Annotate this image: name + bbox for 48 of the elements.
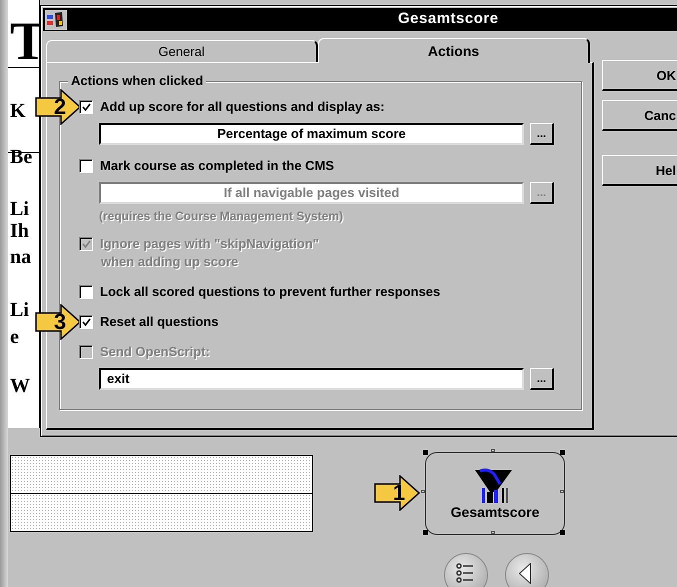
page-text: na: [10, 246, 32, 268]
dialog-button[interactable]: OK: [602, 60, 677, 91]
callout-arrow: 1: [374, 475, 420, 511]
page-text: e: [10, 326, 20, 348]
text-field[interactable]: exit: [99, 368, 524, 390]
page-text: W: [10, 375, 31, 397]
checkbox-label: Mark course as completed in the CMS: [100, 157, 334, 175]
resize-handle[interactable]: [423, 450, 428, 455]
checkbox-label: Add up score for all questions and display as:: [100, 98, 385, 116]
callout-arrow: 3: [35, 304, 81, 340]
hint-text: (requires the Course Management System): [98, 209, 344, 223]
checkbox[interactable]: [79, 315, 93, 329]
back-button[interactable]: [505, 553, 549, 587]
checkbox[interactable]: [79, 159, 93, 173]
window-title: Gesamtscore: [398, 10, 499, 27]
resize-handle[interactable]: [421, 490, 425, 493]
resize-handle[interactable]: [491, 531, 495, 534]
callout-arrow: 2: [35, 89, 81, 125]
dialog-button[interactable]: Canc: [602, 100, 677, 131]
dialog-button[interactable]: Hel: [602, 155, 677, 186]
checkbox-label: Ignore pages with "skipNavigation": [100, 235, 319, 253]
group-label: Actions when clicked: [68, 73, 206, 88]
chart-icon: [474, 468, 514, 504]
page-text: Li: [10, 299, 30, 321]
resize-handle[interactable]: [423, 530, 428, 535]
checkbox-label: Reset all questions: [100, 313, 218, 331]
page-text: K: [10, 100, 27, 122]
text-field[interactable]: Percentage of maximum score: [99, 123, 524, 145]
checkbox[interactable]: [79, 285, 93, 299]
resize-handle[interactable]: [560, 530, 565, 535]
score-button[interactable]: Gesamtscore: [425, 452, 565, 535]
checkbox-label: Lock all scored questions to prevent further responses: [100, 283, 440, 301]
checkbox[interactable]: [79, 100, 93, 114]
tab[interactable]: General: [46, 40, 318, 62]
back-icon: [519, 563, 531, 584]
page-text: Be: [10, 146, 34, 168]
resize-handle[interactable]: [491, 449, 495, 452]
button-label: Gesamtscore: [450, 504, 540, 520]
list-button[interactable]: [444, 553, 488, 587]
page-text: Ih: [10, 220, 30, 242]
checkbox-label: Send OpenScript:: [100, 343, 210, 361]
tab[interactable]: Actions: [318, 38, 590, 63]
page-text: Li: [10, 198, 30, 220]
resize-handle[interactable]: [560, 450, 565, 455]
browse-button[interactable]: ...: [530, 368, 554, 390]
browse-button[interactable]: ...: [530, 123, 554, 145]
checkbox-label: when adding up score: [100, 253, 240, 271]
resize-handle[interactable]: [560, 490, 564, 493]
